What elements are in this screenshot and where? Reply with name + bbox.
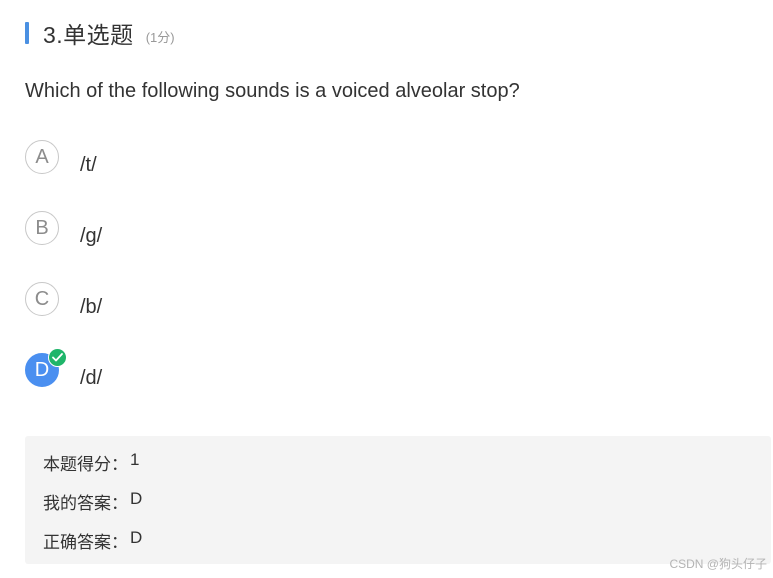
question-type-title: 3.单选题 [43, 22, 134, 48]
option-text: /b/ [80, 296, 103, 318]
option-b[interactable]: B /g/ [25, 211, 102, 282]
option-letter-badge: A [25, 140, 59, 174]
option-text: /g/ [80, 225, 103, 247]
option-letter-badge: B [25, 211, 59, 245]
quiz-page: 3.单选题 (1分) Which of the following sounds… [0, 0, 773, 578]
option-a[interactable]: A /t/ [25, 140, 102, 211]
option-letter-badge-selected: D [25, 348, 67, 387]
my-answer-row: 我的答案： D [43, 489, 142, 514]
option-text: /d/ [80, 367, 103, 389]
result-panel: 本题得分： 1 我的答案： D 正确答案： D [25, 436, 771, 564]
correct-answer-row: 正确答案： D [43, 528, 142, 553]
option-c[interactable]: C /b/ [25, 282, 102, 353]
question-header: 3.单选题 (1分) [25, 18, 175, 48]
correct-answer-value: D [130, 528, 143, 547]
check-icon [48, 348, 67, 367]
question-points: (1分) [145, 29, 175, 45]
my-answer-value: D [130, 489, 143, 508]
question-text: Which of the following sounds is a voice… [25, 80, 520, 102]
answer-options: A /t/ B /g/ C /b/ D /d/ [25, 140, 102, 424]
option-text: /t/ [80, 154, 97, 176]
watermark: CSDN @狗头仔子 [669, 557, 767, 571]
score-row: 本题得分： 1 [43, 450, 139, 475]
header-accent-bar [25, 22, 29, 44]
option-letter-badge: C [25, 282, 59, 316]
correct-answer-label: 正确答案： [43, 533, 128, 552]
score-value: 1 [130, 450, 140, 469]
option-letter: D [34, 358, 50, 381]
my-answer-label: 我的答案： [43, 494, 128, 513]
option-d[interactable]: D /d/ [25, 348, 103, 424]
score-label: 本题得分： [43, 455, 128, 474]
